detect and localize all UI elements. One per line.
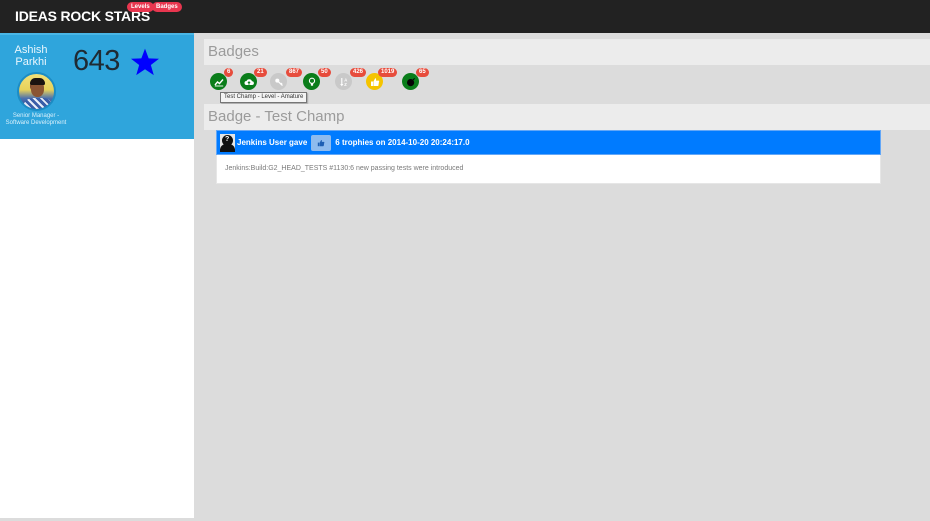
sidebar: Ashish Parkhi Senior Manager - Software …: [0, 33, 194, 518]
badge-count: 1019: [378, 68, 398, 77]
badge-detail-header: Badge - Test Champ: [204, 104, 930, 130]
activity-giver: Jenkins User gave: [237, 138, 308, 147]
avatar-shirt: [23, 98, 53, 109]
top-navbar: IDEAS ROCK STARS Levels Badges: [0, 0, 930, 33]
badge-sort[interactable]: AZ: [335, 73, 352, 90]
badge-count: 6: [224, 68, 234, 77]
jenkins-user-avatar: ?: [220, 133, 235, 152]
badge-count: 426: [350, 68, 367, 77]
key-icon: [274, 78, 283, 86]
profile-name: Ashish Parkhi: [10, 44, 52, 68]
thumbs-up-icon: [370, 77, 379, 86]
profile-last-name: Parkhi: [15, 56, 47, 68]
svg-text:Z: Z: [344, 82, 347, 87]
thumbs-up-icon: [318, 139, 325, 146]
avatar: [17, 72, 56, 111]
badges-header: Badges: [204, 39, 930, 65]
score-value: 643: [73, 45, 120, 77]
badge-tooltip: Test Champ - Level - Amature: [220, 92, 308, 103]
profile-card: Ashish Parkhi Senior Manager - Software …: [0, 33, 194, 139]
bomb-icon: [406, 77, 415, 86]
lightbulb-icon: [308, 77, 315, 86]
activity-description: Jenkins:Build:G2_HEAD_TESTS #1130:6 new …: [216, 155, 881, 184]
sort-alpha-icon: AZ: [339, 77, 347, 87]
star-icon: [131, 48, 159, 76]
question-mark-icon: ?: [225, 135, 230, 143]
badge-count: 50: [318, 68, 331, 77]
main-content: Badges 6 21 867 50 AZ 426 1019 65 Test C…: [200, 33, 930, 521]
nav-badges-link[interactable]: Badges: [152, 2, 182, 12]
avatar-hair: [30, 78, 45, 85]
activity-card: ? Jenkins User gave 6 trophies on 2014-1…: [216, 130, 881, 184]
activity-header: ? Jenkins User gave 6 trophies on 2014-1…: [216, 130, 881, 155]
activity-summary: 6 trophies on 2014-10-20 20:24:17.0: [335, 138, 470, 147]
like-button[interactable]: [311, 134, 332, 151]
badge-idea[interactable]: [303, 73, 320, 90]
badge-count: 65: [416, 68, 429, 77]
nav-levels-link[interactable]: Levels: [127, 2, 154, 12]
trend-chart-icon: [213, 78, 224, 86]
badge-count: 867: [286, 68, 303, 77]
cloud-upload-icon: [244, 78, 254, 85]
badge-list: 6 21 867 50 AZ 426 1019 65: [208, 68, 608, 93]
profile-first-name: Ashish: [14, 44, 48, 56]
badge-key[interactable]: [270, 73, 287, 90]
job-title: Senior Manager - Software Development: [5, 113, 67, 126]
badge-count: 21: [254, 68, 267, 77]
